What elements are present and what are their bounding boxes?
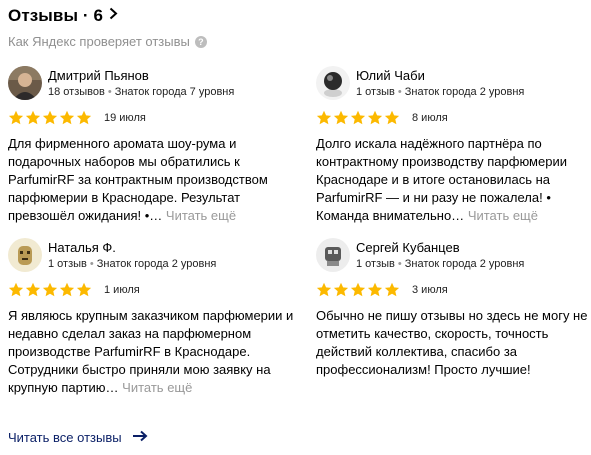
reviewer-name[interactable]: Дмитрий Пьянов: [48, 68, 149, 83]
review-date: 19 июля: [104, 112, 146, 124]
reviews-header[interactable]: Отзывы · 6: [8, 6, 118, 26]
read-all-reviews-link[interactable]: Читать все отзывы: [8, 430, 148, 445]
review-date: 1 июля: [104, 284, 140, 296]
avatar[interactable]: [8, 238, 42, 272]
star-rating: [316, 110, 401, 126]
arrow-right-icon[interactable]: [132, 430, 148, 445]
review-text: Долго искала надёжного партнёра по контр…: [316, 135, 591, 225]
expert-level: Знаток города 7 уровня: [114, 86, 235, 98]
star-icon: [367, 110, 383, 125]
reviewer-name[interactable]: Юлий Чаби: [356, 68, 425, 83]
review-body: Обычно не пишу отзывы но здесь не могу н…: [316, 308, 588, 377]
star-icon: [350, 282, 366, 297]
reviews-count: 1 отзыв: [356, 258, 395, 270]
expert-level: Знаток города 2 уровня: [404, 258, 525, 270]
avatar[interactable]: [316, 238, 350, 272]
reviewer-meta: 1 отзыв • Знаток города 2 уровня: [48, 258, 216, 270]
star-icon: [42, 282, 58, 297]
reviewer-name[interactable]: Наталья Ф.: [48, 240, 116, 255]
reviews-count: 1 отзыв: [48, 258, 87, 270]
reviewer-name[interactable]: Сергей Кубанцев: [356, 240, 460, 255]
verification-info[interactable]: Как Яндекс проверяет отзывы ?: [8, 34, 207, 49]
read-more-link[interactable]: Читать ещё: [468, 208, 538, 223]
star-icon: [333, 282, 349, 297]
reviewer-meta: 18 отзывов • Знаток города 7 уровня: [48, 86, 234, 98]
chevron-right-icon[interactable]: [109, 7, 118, 25]
verification-link[interactable]: Как Яндекс проверяет отзывы: [8, 34, 190, 49]
rating: 19 июля: [8, 110, 146, 126]
review-date: 8 июля: [412, 112, 448, 124]
read-all-label[interactable]: Читать все отзывы: [8, 430, 122, 445]
expert-level: Знаток города 2 уровня: [404, 86, 525, 98]
star-icon: [384, 110, 400, 125]
star-icon: [59, 282, 75, 297]
star-icon: [316, 282, 332, 297]
avatar[interactable]: [8, 66, 42, 100]
read-more-link[interactable]: Читать ещё: [166, 208, 236, 223]
reviews-title[interactable]: Отзывы · 6: [8, 6, 103, 26]
avatar[interactable]: [316, 66, 350, 100]
separator-dot: •: [107, 86, 112, 98]
star-rating: [8, 282, 93, 298]
review-date: 3 июля: [412, 284, 448, 296]
separator-dot: •: [397, 86, 402, 98]
star-icon: [316, 110, 332, 125]
star-rating: [8, 110, 93, 126]
star-icon: [42, 110, 58, 125]
reviewer-meta: 1 отзыв • Знаток города 2 уровня: [356, 258, 524, 270]
star-icon: [76, 110, 92, 125]
star-icon: [8, 110, 24, 125]
star-icon: [350, 110, 366, 125]
star-icon: [25, 110, 41, 125]
star-icon: [59, 110, 75, 125]
rating: 3 июля: [316, 282, 448, 298]
help-icon[interactable]: ?: [194, 35, 207, 48]
read-more-link[interactable]: Читать ещё: [122, 380, 192, 395]
reviews-count: 18 отзывов: [48, 86, 105, 98]
star-icon: [367, 282, 383, 297]
review-text: Я являюсь крупным заказчиком парфюмерии …: [8, 307, 298, 397]
separator-dot: •: [397, 258, 402, 270]
star-icon: [25, 282, 41, 297]
star-icon: [384, 282, 400, 297]
review-text: Обычно не пишу отзывы но здесь не могу н…: [316, 307, 591, 379]
star-icon: [333, 110, 349, 125]
rating: 8 июля: [316, 110, 448, 126]
reviews-count: 1 отзыв: [356, 86, 395, 98]
reviewer-meta: 1 отзыв • Знаток города 2 уровня: [356, 86, 524, 98]
expert-level: Знаток города 2 уровня: [96, 258, 217, 270]
separator-dot: •: [89, 258, 94, 270]
star-icon: [76, 282, 92, 297]
star-rating: [316, 282, 401, 298]
star-icon: [8, 282, 24, 297]
review-text: Для фирменного аромата шоу-рума и подаро…: [8, 135, 298, 225]
rating: 1 июля: [8, 282, 140, 298]
